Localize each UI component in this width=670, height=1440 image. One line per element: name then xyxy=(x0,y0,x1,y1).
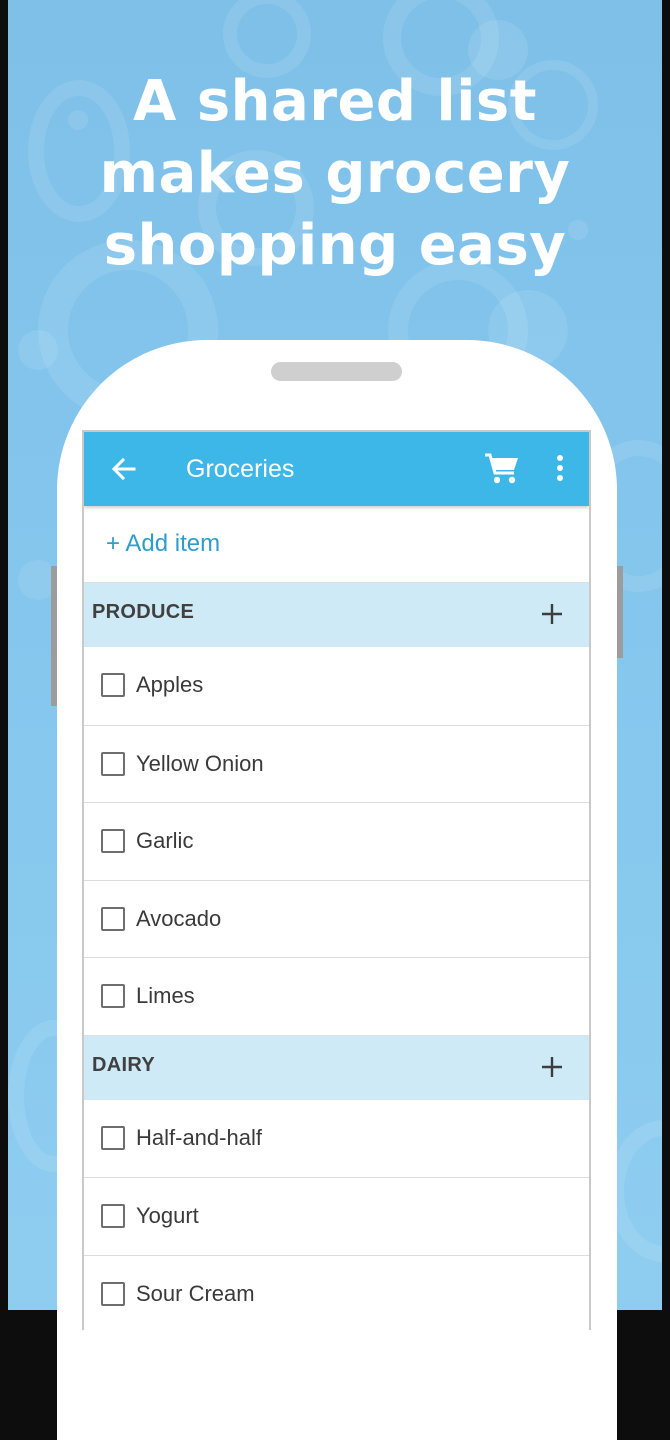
item-checkbox[interactable] xyxy=(101,751,125,776)
list-item[interactable]: Avocado xyxy=(84,879,589,957)
shopping-cart-icon[interactable] xyxy=(482,448,522,488)
list-item[interactable]: Apples xyxy=(84,647,589,725)
section-items: Apples Yellow Onion Garlic Avocado Limes xyxy=(84,647,589,1035)
page-title: Groceries xyxy=(186,455,295,483)
promo-headline: A shared list makes grocery shopping eas… xyxy=(8,66,662,282)
item-checkbox[interactable] xyxy=(101,829,125,853)
section-label: PRODUCE xyxy=(92,601,195,623)
item-label: Yellow Onion xyxy=(136,750,264,776)
phone-side-button-right xyxy=(617,566,623,658)
headline-line-1: A shared list xyxy=(133,69,537,134)
headline-line-3: shopping easy xyxy=(103,213,567,278)
app-bar: Groceries xyxy=(84,432,589,506)
item-label: Half-and-half xyxy=(136,1124,262,1150)
app-screen: Groceries + Add item PRODUCE Apples Yellow… xyxy=(82,430,591,1330)
item-label: Yogurt xyxy=(136,1203,199,1228)
item-checkbox[interactable] xyxy=(101,906,125,931)
list-item[interactable]: Sour Cream xyxy=(84,1254,589,1330)
item-checkbox[interactable] xyxy=(101,1204,125,1228)
list-item[interactable]: Yogurt xyxy=(84,1177,589,1255)
headline-line-2: makes grocery xyxy=(99,141,571,206)
phone-speaker xyxy=(271,362,402,381)
more-vertical-icon[interactable] xyxy=(548,450,572,488)
list-item[interactable]: Limes xyxy=(84,957,589,1035)
add-item-button[interactable]: + Add item xyxy=(106,528,220,560)
item-checkbox[interactable] xyxy=(101,673,125,697)
list-item[interactable]: Garlic xyxy=(84,802,589,880)
list-item[interactable]: Half-and-half xyxy=(84,1099,589,1177)
list-item[interactable]: Yellow Onion xyxy=(84,724,589,802)
grocery-list: PRODUCE Apples Yellow Onion Garlic Avocado Li… xyxy=(84,582,589,1330)
item-label: Sour Cream xyxy=(136,1280,255,1306)
section-items: Half-and-half Yogurt Sour Cream xyxy=(84,1099,589,1330)
item-checkbox[interactable] xyxy=(101,1281,125,1306)
item-label: Limes xyxy=(136,983,195,1008)
plus-icon[interactable] xyxy=(539,601,565,627)
item-checkbox[interactable] xyxy=(101,1125,125,1150)
section-label: DAIRY xyxy=(92,1053,155,1076)
item-label: Apples xyxy=(136,672,204,697)
item-label: Avocado xyxy=(136,905,222,931)
item-label: Garlic xyxy=(136,828,194,853)
plus-icon[interactable] xyxy=(539,1054,565,1080)
section-header-dairy: DAIRY xyxy=(84,1034,589,1100)
arrow-left-icon[interactable] xyxy=(106,451,142,487)
section-header-produce: PRODUCE xyxy=(84,582,589,647)
item-checkbox[interactable] xyxy=(101,984,125,1008)
